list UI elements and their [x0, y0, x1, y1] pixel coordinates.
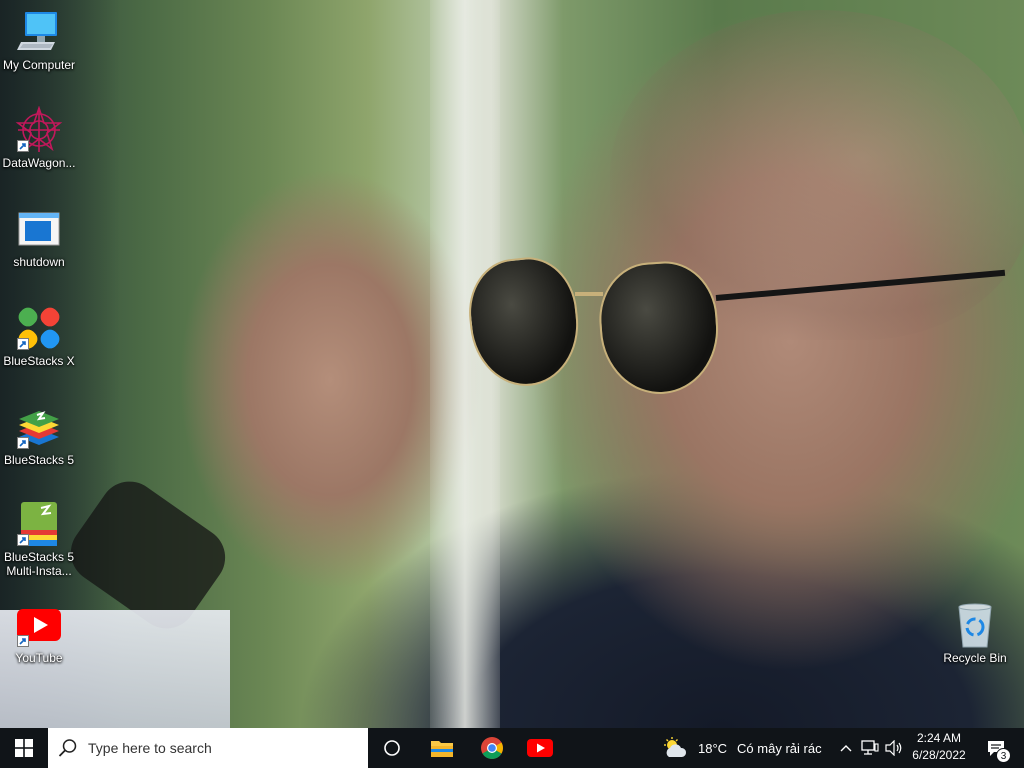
desktop-icon-label: YouTube	[15, 651, 63, 665]
shortcut-arrow-icon	[17, 635, 29, 647]
chevron-up-icon	[840, 745, 852, 752]
weather-widget[interactable]: 18°C Có mây rải rác	[662, 728, 830, 768]
notification-center-button[interactable]: 3	[976, 728, 1016, 768]
start-button[interactable]	[0, 728, 48, 768]
shortcut-arrow-icon	[17, 534, 29, 546]
taskbar-search-box[interactable]	[48, 728, 368, 768]
volume-icon	[885, 740, 902, 756]
desktop-icon-label: shutdown	[13, 255, 65, 269]
file-explorer-button[interactable]	[418, 728, 466, 768]
youtube-icon	[15, 601, 63, 649]
bluestacks-x-icon	[15, 304, 63, 352]
youtube-icon	[527, 739, 553, 757]
taskbar-clock[interactable]: 2:24 AM 6/28/2022	[908, 730, 970, 764]
weather-temperature: 18°C	[698, 740, 728, 756]
chrome-button[interactable]	[468, 728, 516, 768]
wallpaper-glasses-bridge	[575, 292, 603, 296]
clock-date: 6/28/2022	[912, 748, 966, 762]
desktop-icon-shutdown[interactable]: shutdown	[0, 205, 78, 269]
shortcut-arrow-icon	[17, 338, 29, 350]
shortcut-arrow-icon	[17, 140, 29, 152]
desktop-icon-bluestacks-5-multi[interactable]: BlueStacks 5 Multi-Insta...	[0, 500, 78, 578]
task-view-button[interactable]	[368, 728, 416, 768]
weather-condition: Có mây rải rác	[737, 740, 822, 756]
desktop-icon-bluestacks-5[interactable]: BlueStacks 5	[0, 403, 78, 467]
taskbar: 18°C Có mây rải rác 2:24 AM 6/28/2022	[0, 728, 1024, 768]
datawagon-star-icon	[15, 105, 63, 154]
desktop-icon-bluestacks-x[interactable]: BlueStacks X	[0, 304, 78, 368]
recycle-bin-icon	[951, 601, 999, 649]
bluestacks-multi-instance-icon	[15, 500, 63, 548]
search-icon	[48, 728, 88, 768]
partly-cloudy-icon	[664, 737, 687, 757]
shortcut-arrow-icon	[17, 437, 29, 449]
batch-file-icon	[15, 205, 63, 253]
desktop-icon-my-computer[interactable]: My Computer	[0, 8, 78, 72]
desktop-icon-datawagon[interactable]: DataWagon...	[0, 105, 78, 170]
folder-icon	[431, 741, 453, 757]
network-button[interactable]	[858, 728, 882, 768]
search-input[interactable]	[88, 740, 348, 756]
chrome-icon	[481, 737, 503, 759]
desktop-wallpaper	[0, 0, 1024, 728]
desktop-icon-label: BlueStacks 5	[3, 453, 75, 467]
task-view-icon	[384, 740, 400, 756]
computer-icon	[15, 8, 63, 56]
show-hidden-icons-button[interactable]	[836, 728, 856, 768]
windows-logo-icon	[15, 739, 33, 757]
clock-time: 2:24 AM	[916, 731, 962, 745]
desktop-icon-label: BlueStacks X	[3, 354, 75, 368]
desktop-icon-youtube[interactable]: YouTube	[0, 601, 78, 665]
youtube-taskbar-button[interactable]	[516, 728, 564, 768]
bluestacks-5-icon	[15, 403, 63, 451]
volume-button[interactable]	[882, 728, 906, 768]
desktop-icon-label: DataWagon...	[2, 156, 76, 170]
desktop-icon-label: Recycle Bin	[943, 651, 1007, 665]
desktop-icon-label: My Computer	[2, 58, 76, 72]
network-icon	[861, 740, 879, 755]
notification-count-badge: 3	[996, 748, 1011, 763]
desktop-icon-label: BlueStacks 5 Multi-Insta...	[3, 550, 75, 578]
desktop-icon-recycle-bin[interactable]: Recycle Bin	[936, 601, 1014, 665]
